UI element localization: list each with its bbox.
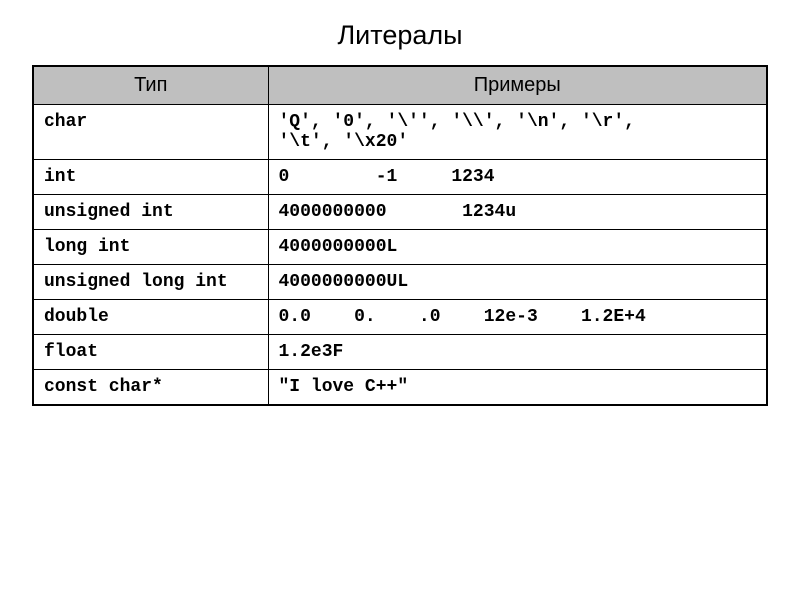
- cell-type: unsigned long int: [33, 265, 268, 300]
- table-row: double 0.0 0. .0 12e-3 1.2E+4: [33, 300, 767, 335]
- table-row: unsigned int 4000000000 1234u: [33, 195, 767, 230]
- cell-examples: 4000000000L: [268, 230, 767, 265]
- header-examples: Примеры: [268, 66, 767, 105]
- table-header-row: Тип Примеры: [33, 66, 767, 105]
- cell-examples: 0 -1 1234: [268, 160, 767, 195]
- cell-type: char: [33, 105, 268, 160]
- cell-type: int: [33, 160, 268, 195]
- table-row: float 1.2e3F: [33, 335, 767, 370]
- header-type: Тип: [33, 66, 268, 105]
- cell-type: unsigned int: [33, 195, 268, 230]
- literals-table: Тип Примеры char 'Q', '0', '\'', '\\', '…: [32, 65, 768, 406]
- cell-type: long int: [33, 230, 268, 265]
- table-row: int 0 -1 1234: [33, 160, 767, 195]
- cell-type: float: [33, 335, 268, 370]
- cell-examples: 4000000000 1234u: [268, 195, 767, 230]
- table-row: unsigned long int 4000000000UL: [33, 265, 767, 300]
- cell-examples: 1.2e3F: [268, 335, 767, 370]
- page-title: Литералы: [32, 20, 768, 51]
- table-row: long int 4000000000L: [33, 230, 767, 265]
- cell-examples: "I love C++": [268, 370, 767, 406]
- cell-type: const char*: [33, 370, 268, 406]
- cell-type: double: [33, 300, 268, 335]
- cell-examples: 'Q', '0', '\'', '\\', '\n', '\r', '\t', …: [268, 105, 767, 160]
- cell-examples: 0.0 0. .0 12e-3 1.2E+4: [268, 300, 767, 335]
- table-row: const char* "I love C++": [33, 370, 767, 406]
- table-row: char 'Q', '0', '\'', '\\', '\n', '\r', '…: [33, 105, 767, 160]
- cell-examples: 4000000000UL: [268, 265, 767, 300]
